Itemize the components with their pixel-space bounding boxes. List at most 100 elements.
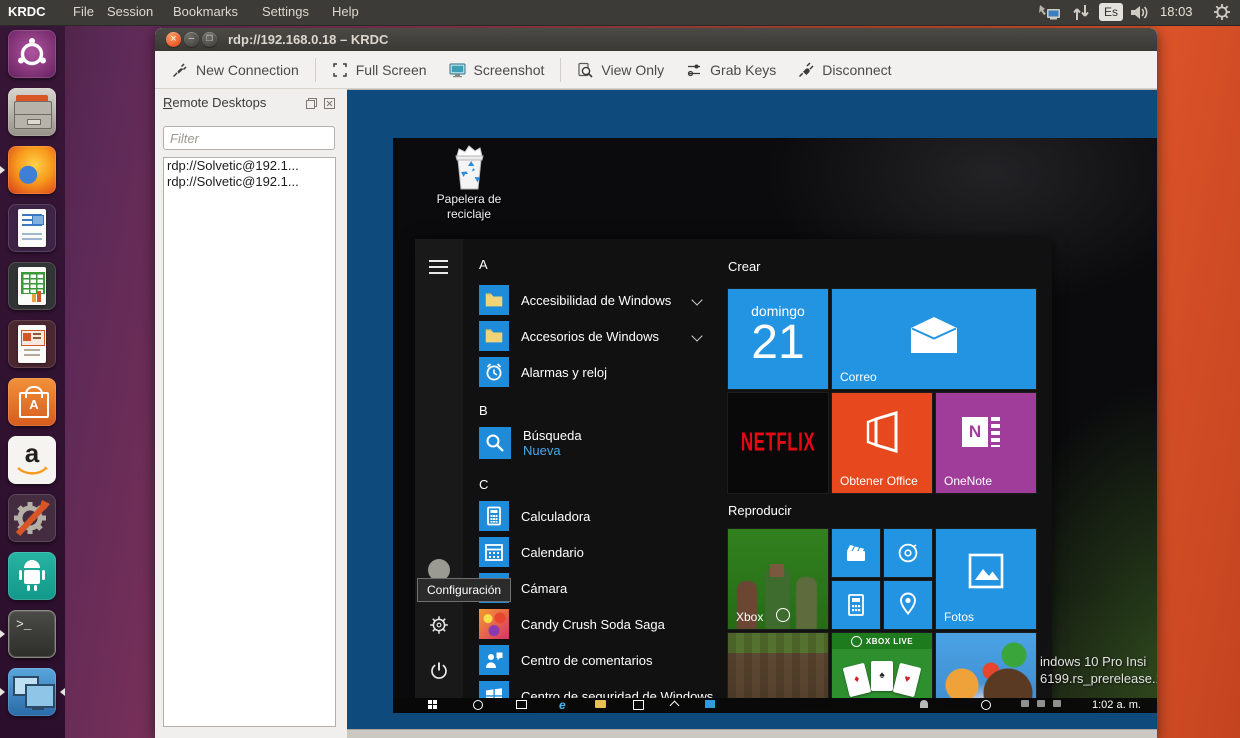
window-maximize-button[interactable]: ❒ — [202, 32, 217, 47]
start-item-calculadora[interactable]: Calculadora — [479, 500, 701, 532]
menu-bookmarks[interactable]: Bookmarks — [173, 4, 238, 19]
tile-obtener-office[interactable]: Obtener Office — [832, 393, 932, 493]
window-close-button[interactable]: × — [166, 32, 181, 47]
tile-onenote[interactable]: N OneNote — [936, 393, 1036, 493]
people-icon[interactable] — [920, 700, 928, 708]
start-button-icon[interactable] — [428, 700, 437, 709]
remote-taskbar[interactable]: e 1:02 a. m. — [393, 698, 1157, 713]
settings-gear-icon[interactable] — [428, 614, 450, 636]
volume-tray-icon[interactable] — [1053, 700, 1061, 707]
float-panel-icon[interactable] — [305, 97, 318, 110]
xbox-sphere-icon — [776, 608, 790, 622]
cortana-search-icon[interactable] — [473, 700, 483, 710]
start-item-centro-comentarios[interactable]: Centro de comentarios — [479, 644, 701, 676]
tile-fotos[interactable]: Fotos — [936, 529, 1036, 629]
tray-icon[interactable] — [1037, 700, 1045, 707]
remote-indicator-icon[interactable] — [1038, 4, 1062, 21]
desktop-clock[interactable]: 18:03 — [1160, 4, 1193, 19]
close-panel-icon[interactable] — [323, 97, 336, 110]
remote-view[interactable]: Papelera de reciclaje Configuración A Ac… — [347, 89, 1157, 738]
tile-peliculas-tv[interactable] — [832, 529, 880, 577]
disconnect-button[interactable]: Disconnect — [787, 55, 902, 85]
file-explorer-icon[interactable] — [595, 700, 606, 708]
tile-calculadora-small[interactable] — [832, 581, 880, 629]
start-item-label: Alarmas y reloj — [521, 364, 607, 380]
recycle-bin[interactable]: Papelera de reciclaje — [413, 144, 525, 222]
tile-calendario[interactable]: domingo 21 — [728, 289, 828, 389]
tile-solitaire[interactable]: XBOX LIVE ♦ ♠ ♥ — [832, 633, 932, 698]
tray-icon[interactable] — [1021, 700, 1029, 707]
task-view-icon[interactable] — [516, 700, 527, 709]
window-minimize-button[interactable]: − — [184, 32, 199, 47]
dock-item-dash[interactable] — [8, 30, 56, 78]
full-screen-button[interactable]: Full Screen — [321, 55, 438, 85]
dock-item-amazon[interactable]: a — [8, 436, 56, 484]
session-gear-icon[interactable] — [1213, 3, 1231, 21]
start-item-candy-crush[interactable]: Candy Crush Soda Saga — [479, 608, 701, 640]
keyboard-layout-indicator[interactable]: Es — [1099, 3, 1123, 21]
tile-minecraft[interactable]: MINECRAFT WINDOWS 10 EDITION — [728, 633, 828, 698]
chevron-down-icon[interactable] — [691, 294, 703, 306]
start-item-alarmas[interactable]: Alarmas y reloj — [479, 356, 701, 388]
dock-item-android[interactable] — [8, 552, 56, 600]
dock-item-krdc[interactable] — [8, 668, 56, 716]
map-pin-icon — [900, 592, 916, 615]
tile-xbox[interactable]: Xbox — [728, 529, 828, 629]
power-icon[interactable] — [428, 660, 450, 682]
horizontal-scrollbar[interactable] — [347, 729, 1157, 738]
dock-item-terminal[interactable]: >_ — [8, 610, 56, 658]
view-only-button[interactable]: View Only — [566, 55, 675, 85]
window-title: rdp://192.168.0.18 – KRDC — [228, 32, 389, 47]
menu-help[interactable]: Help — [332, 4, 359, 19]
edge-icon[interactable]: e — [559, 699, 566, 711]
volume-icon[interactable] — [1130, 4, 1150, 21]
menu-settings[interactable]: Settings — [262, 4, 309, 19]
start-item-centro-seguridad[interactable]: Centro de seguridad de Windows... — [479, 680, 724, 698]
screen: KRDC File Session Bookmarks Settings Hel… — [0, 0, 1240, 738]
tray-status-icon[interactable] — [981, 700, 991, 710]
magnifier-doc-icon — [578, 62, 593, 78]
dock-item-firefox[interactable] — [8, 146, 56, 194]
dock-item-software[interactable]: A — [8, 378, 56, 426]
filter-input[interactable] — [163, 126, 335, 150]
connection-item[interactable]: rdp://Solvetic@192.1... — [164, 158, 335, 174]
connections-list: rdp://Solvetic@192.1... rdp://Solvetic@1… — [163, 157, 336, 727]
dock-item-files[interactable] — [8, 88, 56, 136]
alarm-clock-icon — [479, 357, 509, 387]
dock-item-impress[interactable] — [8, 320, 56, 368]
tile-label: Xbox — [736, 610, 764, 624]
gear-wrench-icon — [14, 500, 50, 537]
window-titlebar[interactable]: × − ❒ rdp://192.168.0.18 – KRDC — [155, 28, 1157, 51]
connection-item[interactable]: rdp://Solvetic@192.1... — [164, 174, 335, 190]
new-connection-button[interactable]: New Connection — [161, 55, 310, 85]
menu-session[interactable]: Session — [107, 4, 153, 19]
tile-label: Obtener Office — [840, 474, 918, 488]
groove-disc-icon — [898, 543, 918, 563]
remote-clock[interactable]: 1:02 a. m. — [1092, 699, 1141, 711]
start-item-camara[interactable]: Cámara — [479, 572, 701, 604]
store-icon[interactable] — [633, 700, 644, 710]
tile-netflix[interactable]: NETFLIX — [728, 393, 828, 493]
tile-groove-musica[interactable] — [884, 529, 932, 577]
start-item-accesibilidad[interactable]: Accesibilidad de Windows — [479, 284, 703, 316]
tile-mapas[interactable] — [884, 581, 932, 629]
dock-item-calc[interactable] — [8, 262, 56, 310]
remote-screen[interactable]: Papelera de reciclaje Configuración A Ac… — [393, 138, 1157, 713]
pinned-app-icon[interactable] — [705, 700, 715, 708]
screenshot-button[interactable]: Screenshot — [438, 55, 556, 85]
grab-keys-button[interactable]: Grab Keys — [675, 55, 787, 85]
updown-arrows-icon[interactable] — [1072, 4, 1090, 21]
tray-expand-icon[interactable] — [669, 700, 680, 711]
dock-item-settings[interactable] — [8, 494, 56, 542]
tile-candy-crush[interactable] — [936, 633, 1036, 698]
chevron-down-icon[interactable] — [691, 330, 703, 342]
xbox-sphere-icon — [850, 635, 862, 647]
start-item-accesorios[interactable]: Accesorios de Windows — [479, 320, 703, 352]
grab-keys-label: Grab Keys — [710, 61, 777, 78]
start-item-busqueda[interactable]: Búsqueda Nueva — [479, 425, 701, 461]
menu-file[interactable]: File — [73, 4, 94, 19]
dock-item-writer[interactable] — [8, 204, 56, 252]
hamburger-menu-icon[interactable] — [429, 260, 448, 278]
tile-correo[interactable]: Correo — [832, 289, 1036, 389]
start-item-calendario[interactable]: Calendario — [479, 536, 701, 568]
